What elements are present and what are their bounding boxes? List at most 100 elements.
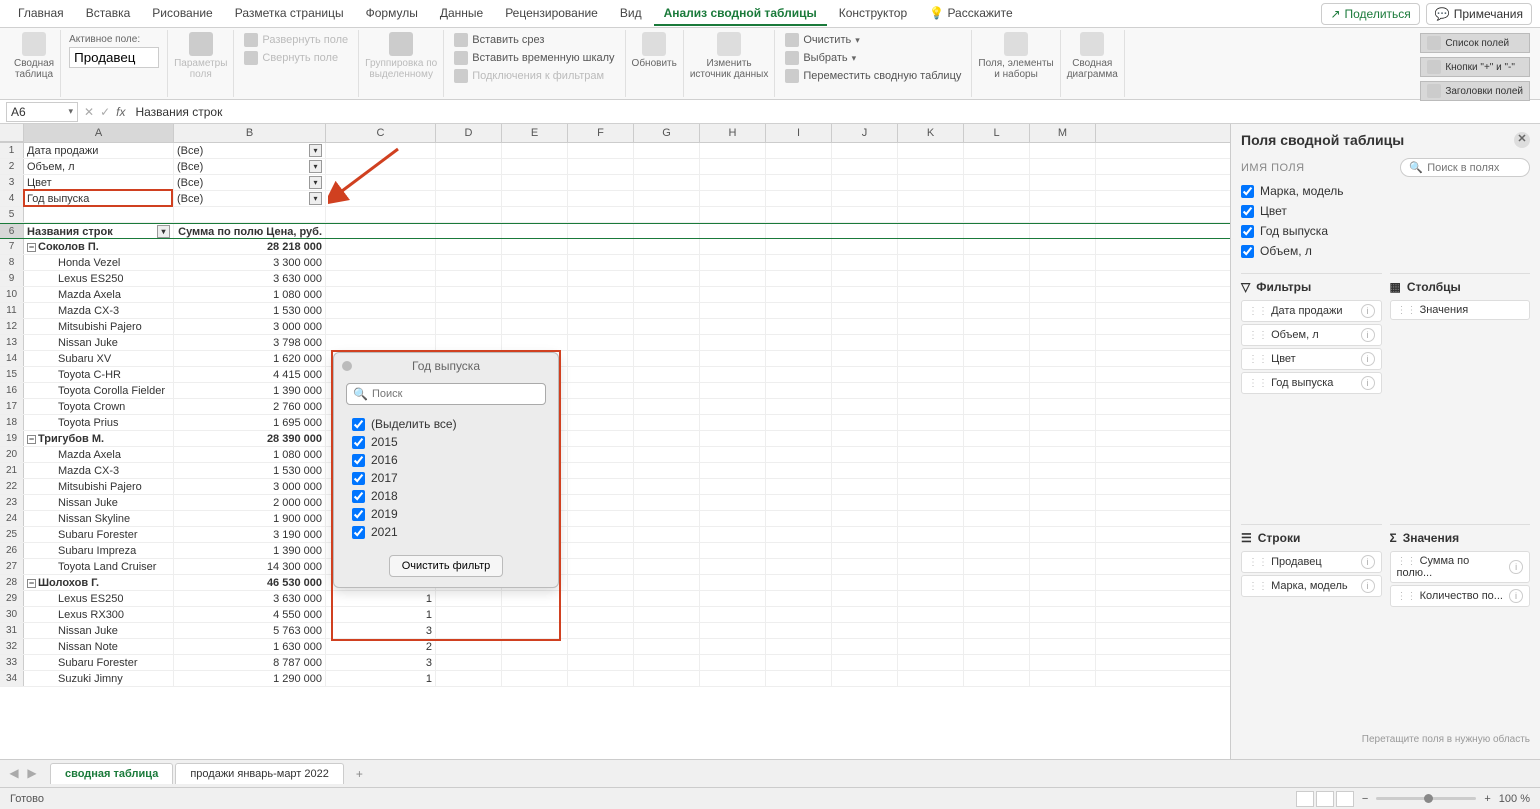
checkbox[interactable] [1241, 205, 1254, 218]
cell[interactable] [898, 367, 964, 382]
popup-item[interactable]: 2021 [352, 523, 540, 541]
checkbox[interactable] [352, 508, 365, 521]
row-header[interactable]: 8 [0, 255, 24, 270]
cell[interactable] [766, 639, 832, 654]
popup-item[interactable]: 2016 [352, 451, 540, 469]
row-header[interactable]: 29 [0, 591, 24, 606]
cell[interactable] [326, 159, 436, 174]
cell[interactable]: Mazda Axela [24, 447, 174, 462]
cell[interactable] [1030, 527, 1096, 542]
cell[interactable] [832, 271, 898, 286]
cell[interactable] [898, 671, 964, 686]
row-header[interactable]: 25 [0, 527, 24, 542]
collapse-icon[interactable]: − [27, 579, 36, 588]
row-header[interactable]: 15 [0, 367, 24, 382]
group-selection-button[interactable]: Группировка по выделенному [365, 32, 437, 80]
cell[interactable] [700, 175, 766, 190]
cell[interactable]: Mazda CX-3 [24, 303, 174, 318]
cell[interactable] [568, 543, 634, 558]
view-normal-button[interactable] [1296, 791, 1314, 807]
cell[interactable] [964, 543, 1030, 558]
values-area[interactable]: ΣЗначения ⋮⋮ Сумма по полю...i ⋮⋮ Количе… [1390, 524, 1531, 729]
cell[interactable] [964, 287, 1030, 302]
col-header-h[interactable]: H [700, 124, 766, 142]
fx-icon[interactable]: fx [116, 105, 125, 119]
popup-select-all[interactable]: (Выделить все) [352, 415, 540, 433]
cell[interactable] [964, 351, 1030, 366]
row-header[interactable]: 18 [0, 415, 24, 430]
cell[interactable] [634, 351, 700, 366]
cell[interactable] [766, 495, 832, 510]
cell[interactable] [964, 495, 1030, 510]
insert-slicer-button[interactable]: Вставить срез [450, 32, 618, 48]
view-page-break-button[interactable] [1336, 791, 1354, 807]
cell[interactable] [766, 351, 832, 366]
checkbox[interactable] [352, 454, 365, 467]
cell[interactable] [700, 143, 766, 158]
checkbox[interactable] [1241, 245, 1254, 258]
cell[interactable] [832, 175, 898, 190]
cell[interactable] [766, 655, 832, 670]
cell[interactable] [766, 175, 832, 190]
cell[interactable] [436, 655, 502, 670]
cell[interactable] [832, 607, 898, 622]
cell[interactable]: Toyota Prius [24, 415, 174, 430]
cell[interactable]: 1 390 000 [174, 543, 326, 558]
checkbox[interactable] [352, 436, 365, 449]
cell[interactable] [634, 319, 700, 334]
cell[interactable] [832, 255, 898, 270]
cell[interactable] [898, 495, 964, 510]
cell[interactable] [700, 559, 766, 574]
row-header[interactable]: 32 [0, 639, 24, 654]
cell[interactable] [766, 319, 832, 334]
cell[interactable] [700, 511, 766, 526]
cell[interactable] [634, 287, 700, 302]
cell[interactable] [1030, 191, 1096, 206]
cell[interactable] [634, 415, 700, 430]
cell[interactable] [634, 431, 700, 446]
cell[interactable] [502, 207, 568, 222]
sheet-tab-active[interactable]: сводная таблица [50, 763, 173, 784]
cell[interactable] [898, 351, 964, 366]
cell[interactable] [634, 239, 700, 254]
sheet-tab[interactable]: продажи январь-март 2022 [175, 763, 344, 784]
row-header[interactable]: 26 [0, 543, 24, 558]
row-header[interactable]: 9 [0, 271, 24, 286]
cell[interactable] [832, 495, 898, 510]
row-header[interactable]: 31 [0, 623, 24, 638]
cell[interactable]: Mitsubishi Pajero [24, 479, 174, 494]
cell[interactable] [568, 383, 634, 398]
cell[interactable]: −Тригубов М. [24, 431, 174, 446]
cell[interactable] [1030, 447, 1096, 462]
cell[interactable]: Nissan Juke [24, 623, 174, 638]
checkbox[interactable] [352, 526, 365, 539]
tab-data[interactable]: Данные [430, 2, 493, 26]
cell[interactable] [964, 591, 1030, 606]
cell[interactable] [568, 287, 634, 302]
cell[interactable]: 3 190 000 [174, 527, 326, 542]
pivot-table-button[interactable]: Сводная таблица [14, 32, 54, 80]
panel-close-button[interactable]: ✕ [1514, 132, 1530, 148]
cell[interactable] [898, 655, 964, 670]
cell[interactable]: Toyota Corolla Fielder [24, 383, 174, 398]
info-icon[interactable]: i [1361, 579, 1375, 593]
cell[interactable] [1030, 383, 1096, 398]
cell[interactable] [634, 511, 700, 526]
col-header-c[interactable]: C [326, 124, 436, 142]
zoom-handle[interactable] [1424, 794, 1433, 803]
cell[interactable] [1030, 335, 1096, 350]
row-header[interactable]: 34 [0, 671, 24, 686]
cell[interactable] [766, 431, 832, 446]
cell[interactable] [766, 559, 832, 574]
cell[interactable] [766, 367, 832, 382]
cell[interactable] [700, 303, 766, 318]
cell[interactable] [436, 319, 502, 334]
cell[interactable] [634, 383, 700, 398]
comments-button[interactable]: 💬 Примечания [1426, 3, 1532, 25]
checkbox[interactable] [352, 472, 365, 485]
field-list-toggle[interactable]: Список полей [1420, 33, 1530, 53]
info-icon[interactable]: i [1361, 376, 1375, 390]
tell-me[interactable]: 💡 Расскажите [919, 2, 1023, 26]
col-header-e[interactable]: E [502, 124, 568, 142]
filter-dropdown-button[interactable]: ▾ [157, 225, 170, 238]
